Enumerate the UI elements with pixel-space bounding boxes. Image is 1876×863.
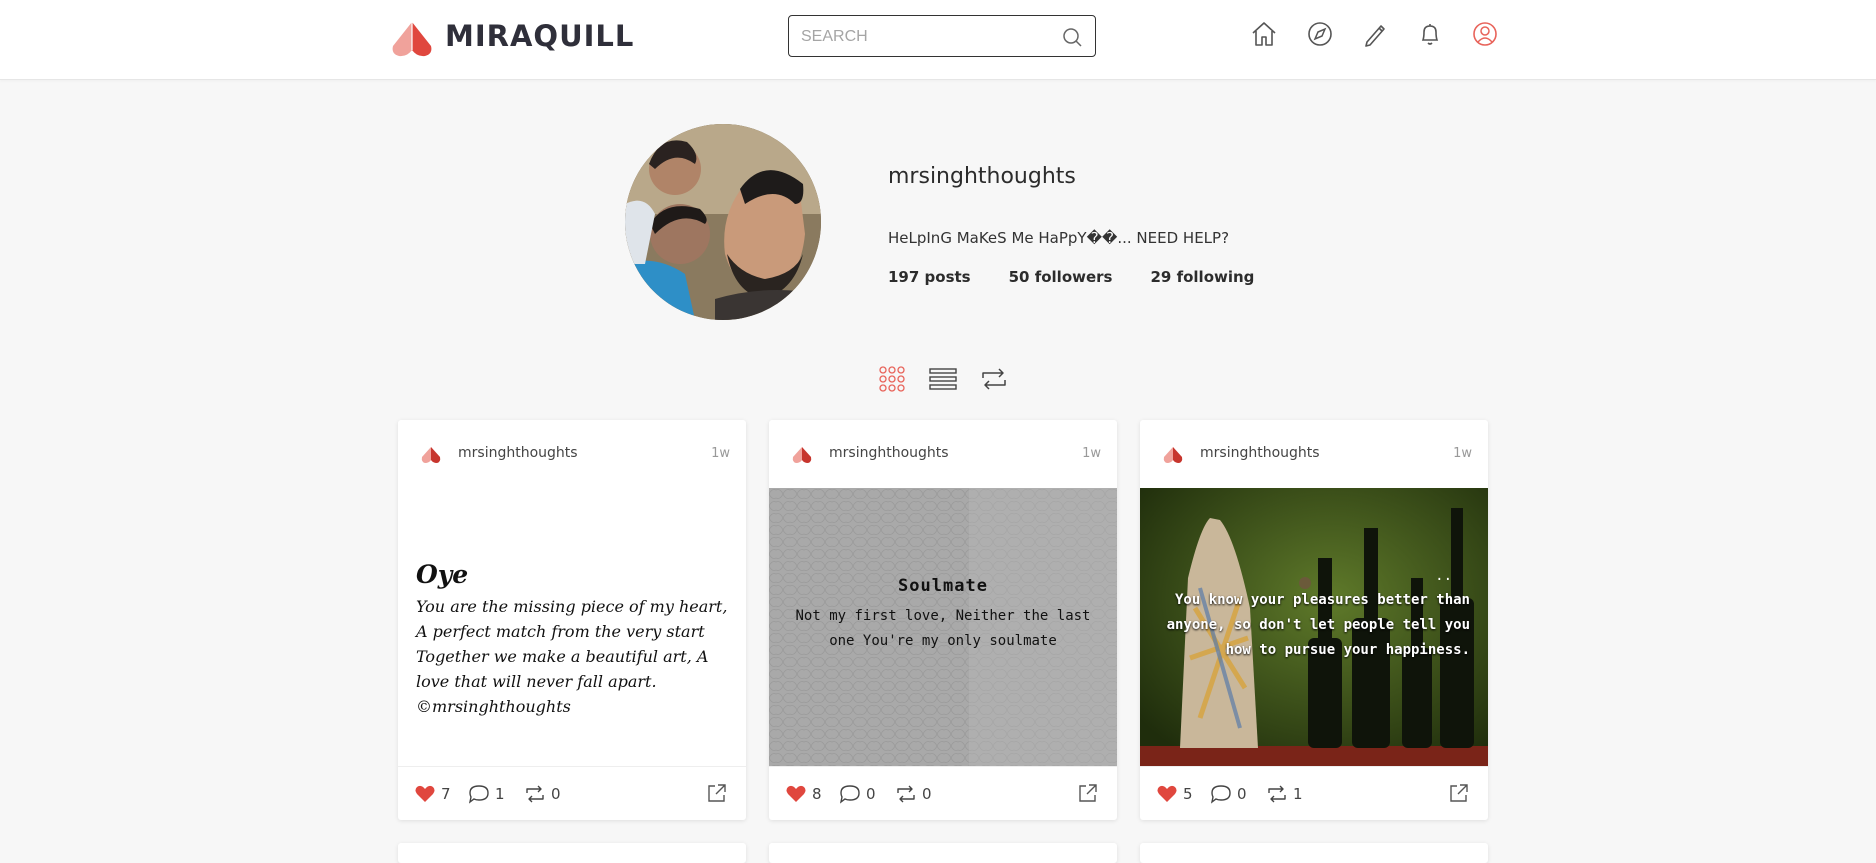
grid-view-icon[interactable] — [877, 364, 907, 394]
post-author[interactable]: mrsinghthoughts — [1200, 445, 1320, 461]
comment-icon — [839, 785, 860, 804]
comment-button[interactable]: 1 — [468, 783, 505, 805]
search-box[interactable] — [788, 15, 1096, 57]
repost-icon — [526, 785, 544, 803]
share-icon[interactable] — [706, 782, 728, 804]
profile-username: mrsinghthoughts — [888, 164, 1076, 189]
post-time: 1w — [1082, 446, 1101, 461]
search-input[interactable] — [799, 25, 1053, 49]
post-header: mrsinghthoughts 1w — [398, 420, 746, 489]
repost-icon — [1268, 785, 1286, 803]
post-author[interactable]: mrsinghthoughts — [458, 445, 578, 461]
post-actions: 7 1 0 — [398, 766, 746, 820]
comment-button[interactable]: 0 — [839, 783, 876, 805]
repost-button[interactable]: 0 — [895, 783, 932, 805]
post-text: You are the missing piece of my heart, A… — [416, 597, 728, 716]
top-nav-bar: MIRAQUILL — [0, 0, 1876, 80]
share-icon[interactable] — [1448, 782, 1470, 804]
post-card[interactable]: mrsinghthoughts 1w Soulmate Not my first… — [769, 420, 1117, 820]
bell-icon[interactable] — [1414, 18, 1446, 50]
post-image[interactable]: .. You know your pleasures better than a… — [1140, 488, 1488, 766]
repost-icon — [897, 785, 915, 803]
post-card[interactable] — [1140, 843, 1488, 863]
comment-icon — [1210, 785, 1231, 804]
user-icon[interactable] — [1469, 18, 1501, 50]
post-actions: 5 0 1 — [1140, 766, 1488, 820]
post-header: mrsinghthoughts 1w — [769, 420, 1117, 489]
post-card[interactable] — [769, 843, 1117, 863]
miraquill-logo-icon — [1163, 447, 1183, 463]
like-count: 8 — [812, 785, 822, 803]
post-title: Soulmate — [898, 576, 988, 596]
miraquill-logo-icon — [421, 447, 441, 463]
post-text: Not my first love, Neither the last one … — [795, 608, 1091, 649]
post-card[interactable]: mrsinghthoughts 1w .. You know your plea… — [1140, 420, 1488, 820]
compass-icon[interactable] — [1304, 18, 1336, 50]
repost-button[interactable]: 1 — [1266, 783, 1303, 805]
heart-icon — [1157, 785, 1177, 802]
profile-stats: 197 posts 50 followers 29 following — [888, 268, 1254, 286]
post-card[interactable] — [398, 843, 746, 863]
repost-count: 0 — [551, 785, 561, 803]
comment-count: 0 — [866, 785, 876, 803]
post-time: 1w — [1453, 446, 1472, 461]
post-image[interactable]: Soulmate Not my first love, Neither the … — [769, 488, 1117, 766]
like-count: 5 — [1183, 785, 1193, 803]
like-count: 7 — [441, 785, 451, 803]
post-card[interactable]: mrsinghthoughts 1w Oye You are the missi… — [398, 420, 746, 820]
post-text: You know your pleasures better than anyo… — [1166, 592, 1470, 658]
comment-count: 0 — [1237, 785, 1247, 803]
miraquill-logo-icon — [392, 22, 432, 57]
profile-avatar — [625, 124, 821, 320]
repost-count: 0 — [922, 785, 932, 803]
post-title: .. — [1435, 568, 1452, 584]
profile-bio: HeLpInG MaKeS Me HaPpY��... NEED HELP? — [888, 229, 1230, 247]
like-button[interactable]: 8 — [785, 783, 822, 805]
miraquill-logo-icon — [792, 447, 812, 463]
post-actions: 8 0 0 — [769, 766, 1117, 820]
search-icon[interactable] — [1061, 26, 1083, 48]
repost-count: 1 — [1293, 785, 1303, 803]
posts-count[interactable]: 197 posts — [888, 268, 971, 286]
repost-button[interactable]: 0 — [524, 783, 561, 805]
comment-count: 1 — [495, 785, 505, 803]
post-title: Oye — [416, 560, 469, 589]
home-icon[interactable] — [1248, 18, 1280, 50]
brand-logo[interactable]: MIRAQUILL — [389, 14, 634, 58]
pen-icon[interactable] — [1359, 18, 1391, 50]
comment-icon — [468, 785, 489, 804]
share-icon[interactable] — [1077, 782, 1099, 804]
heart-icon — [415, 785, 435, 802]
post-image[interactable]: Oye You are the missing piece of my hear… — [398, 488, 746, 766]
list-view-icon[interactable] — [928, 364, 958, 394]
like-button[interactable]: 5 — [1156, 783, 1193, 805]
avatar-photo — [625, 124, 821, 320]
post-header: mrsinghthoughts 1w — [1140, 420, 1488, 489]
post-time: 1w — [711, 446, 730, 461]
comment-button[interactable]: 0 — [1210, 783, 1247, 805]
like-button[interactable]: 7 — [414, 783, 451, 805]
post-author[interactable]: mrsinghthoughts — [829, 445, 949, 461]
following-count[interactable]: 29 following — [1150, 268, 1254, 286]
brand-name: MIRAQUILL — [445, 19, 635, 53]
followers-count[interactable]: 50 followers — [1009, 268, 1113, 286]
repost-view-icon[interactable] — [979, 364, 1009, 394]
heart-icon — [786, 785, 806, 802]
